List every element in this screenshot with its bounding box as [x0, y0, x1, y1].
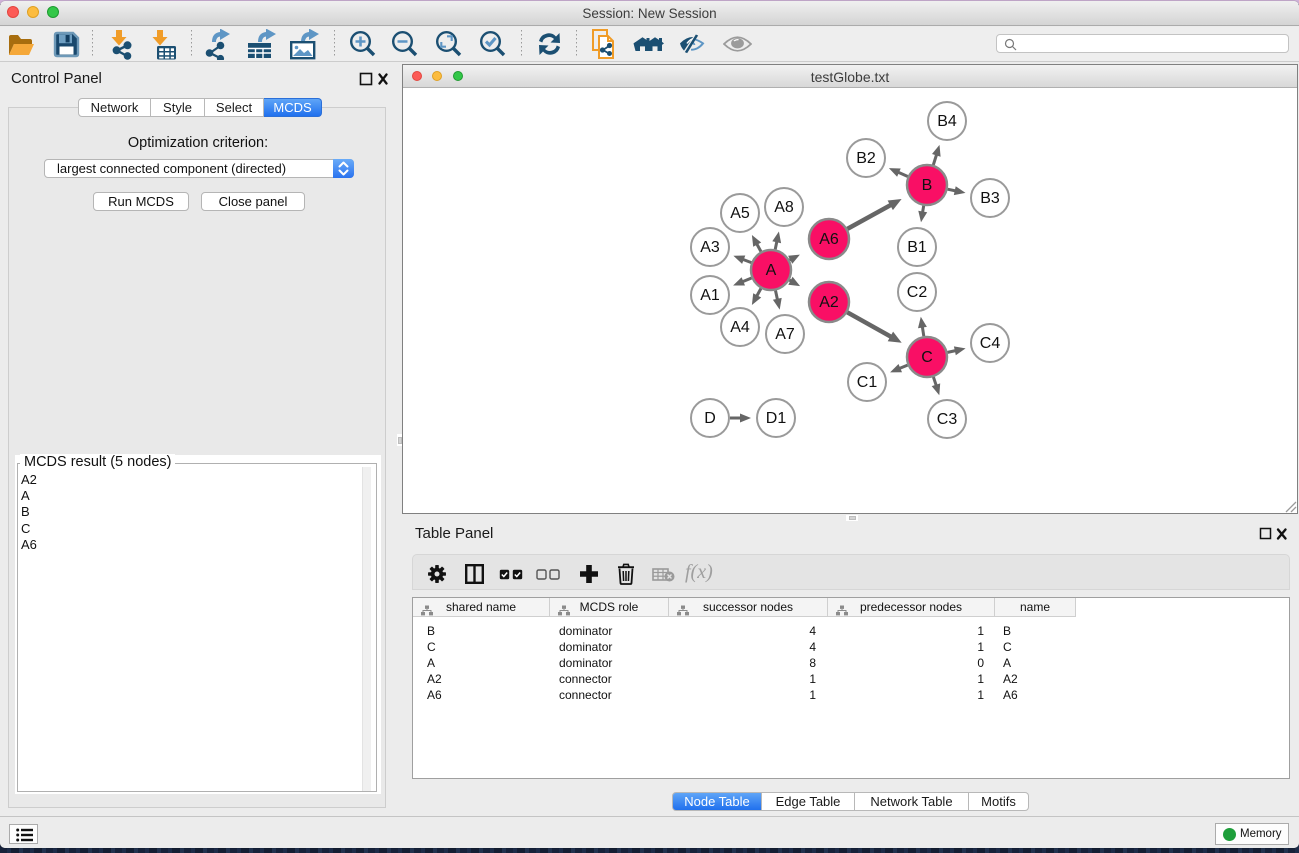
svg-text:C: C — [921, 349, 933, 366]
svg-text:D: D — [704, 410, 716, 427]
svg-text:B3: B3 — [980, 190, 1000, 207]
svg-text:C3: C3 — [937, 411, 958, 428]
svg-text:A3: A3 — [700, 239, 720, 256]
svg-text:C2: C2 — [907, 284, 928, 301]
svg-text:A8: A8 — [774, 199, 794, 216]
svg-text:B4: B4 — [937, 113, 957, 130]
svg-text:A1: A1 — [700, 287, 720, 304]
svg-text:A4: A4 — [730, 319, 750, 336]
svg-text:C1: C1 — [857, 374, 878, 391]
svg-text:D1: D1 — [766, 410, 787, 427]
svg-text:A5: A5 — [730, 205, 750, 222]
svg-text:B2: B2 — [856, 150, 876, 167]
svg-text:C4: C4 — [980, 335, 1001, 352]
svg-text:A2: A2 — [819, 294, 839, 311]
svg-text:B1: B1 — [907, 239, 927, 256]
svg-text:B: B — [922, 177, 933, 194]
svg-text:A6: A6 — [819, 231, 839, 248]
svg-text:A7: A7 — [775, 326, 795, 343]
svg-text:A: A — [766, 262, 777, 279]
